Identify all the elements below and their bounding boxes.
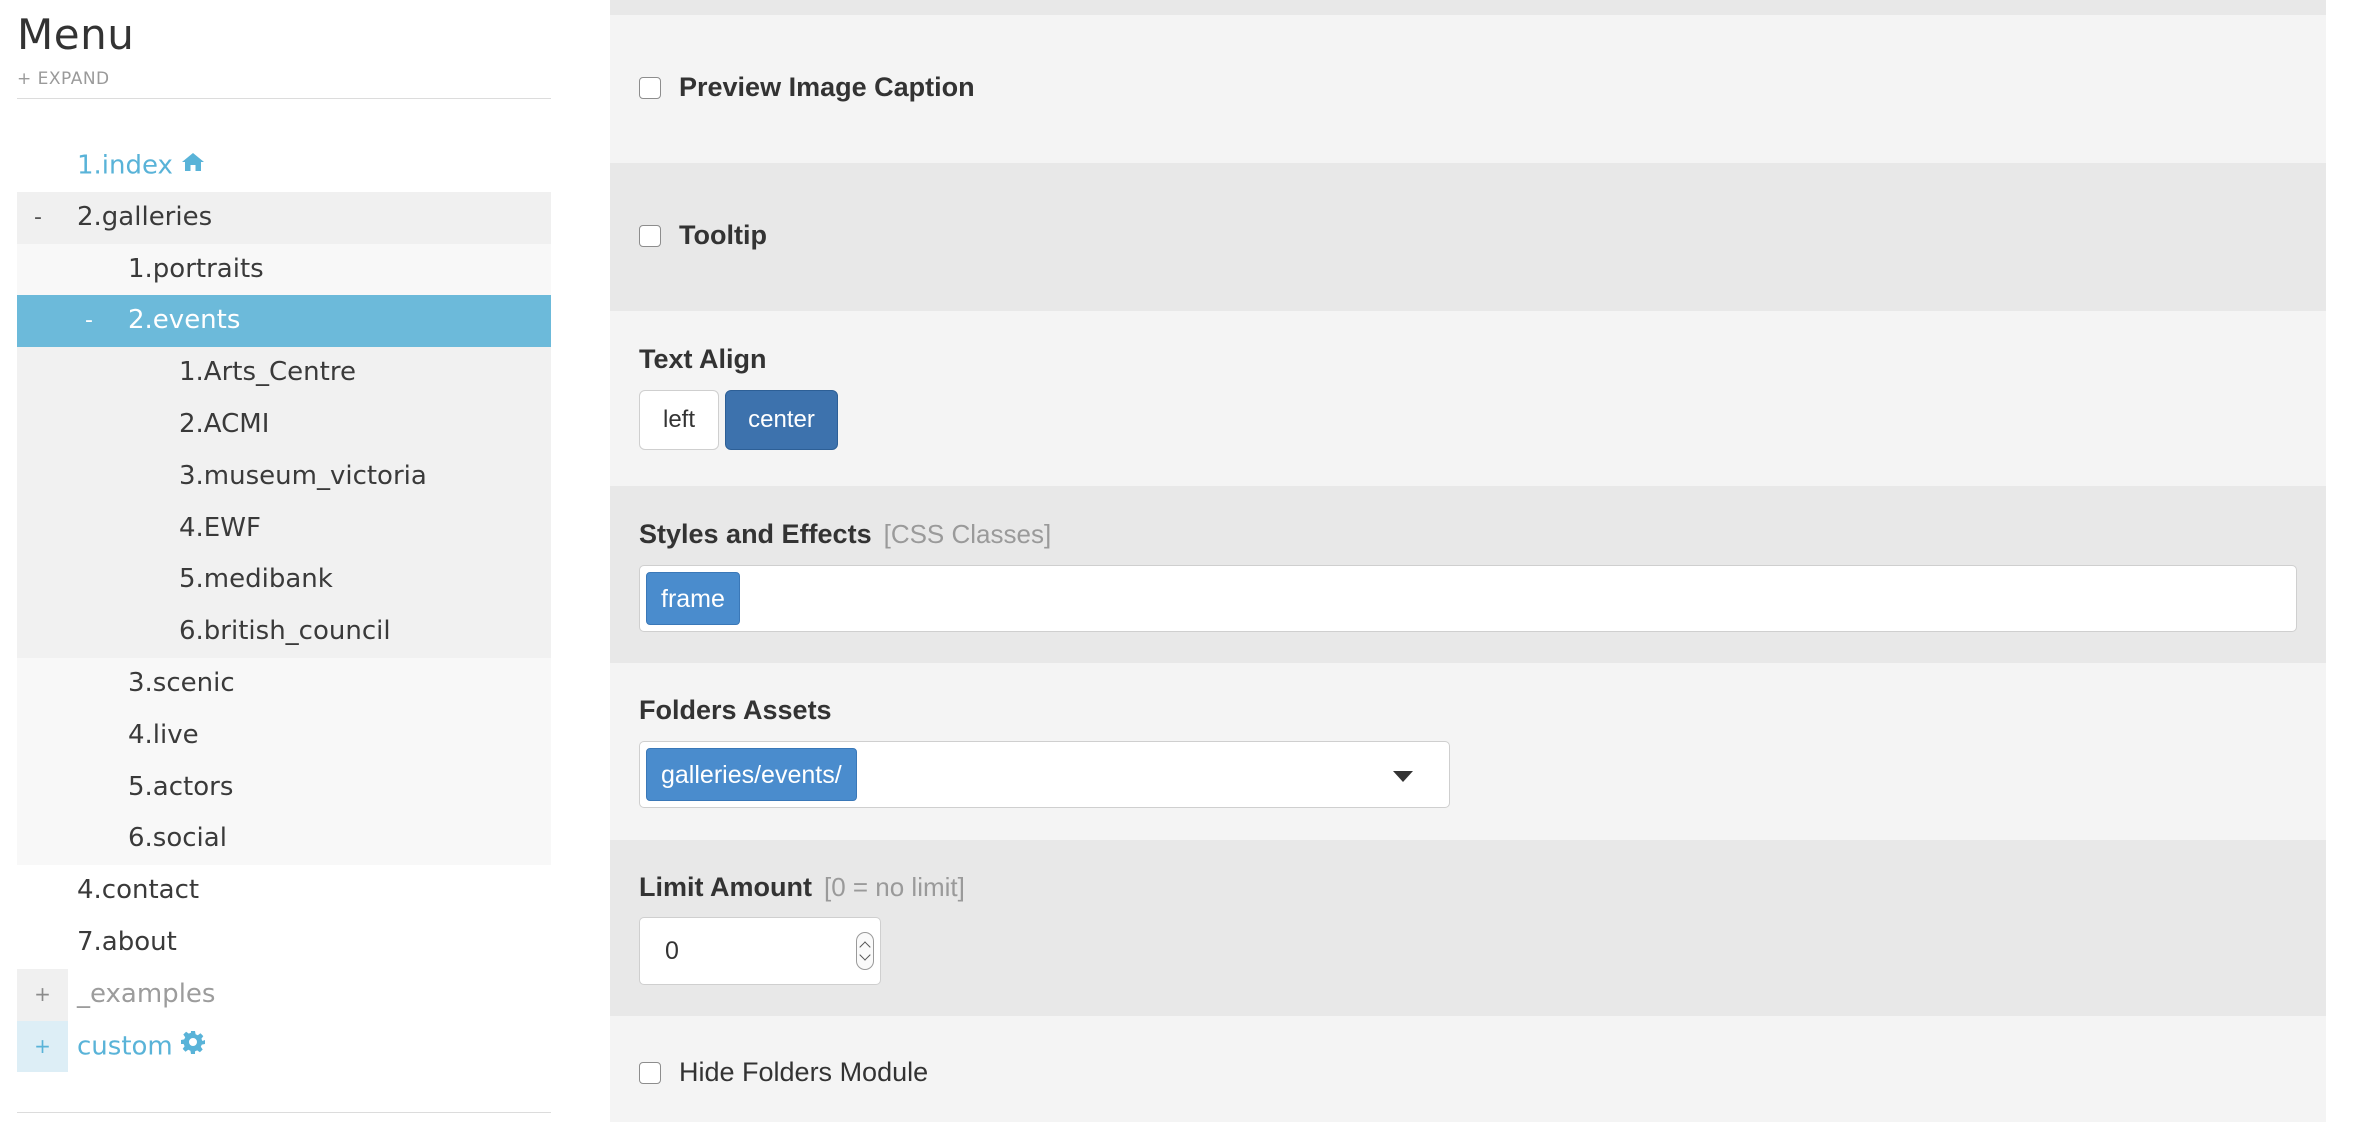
tree-item-contact[interactable]: 4.contact bbox=[17, 865, 551, 917]
tree-item-label: 1.index bbox=[77, 140, 205, 192]
tree-item-label[interactable]: _examples bbox=[77, 969, 215, 1021]
align-center-button[interactable]: center bbox=[725, 390, 838, 450]
tree-item-label[interactable]: 3.museum_victoria bbox=[179, 451, 427, 503]
preview-caption-label: Preview Image Caption bbox=[679, 72, 975, 102]
tree-item-social[interactable]: 6.social bbox=[17, 813, 551, 866]
tree-item-portraits[interactable]: 1.portraits bbox=[17, 243, 551, 296]
tree-item-label[interactable]: 6.british_council bbox=[179, 606, 391, 658]
tree-item-ewf[interactable]: 4.EWF bbox=[17, 502, 551, 555]
styles-hint: [CSS Classes] bbox=[883, 519, 1052, 549]
gear-icon bbox=[180, 1021, 205, 1073]
collapse-toggle[interactable]: - bbox=[34, 192, 42, 244]
settings-form: Preview Image Caption Tooltip Text Align… bbox=[610, 0, 2326, 1122]
section-top-edge bbox=[610, 0, 2326, 15]
divider bbox=[17, 98, 551, 99]
tree-item-events[interactable]: - 2.events bbox=[17, 295, 551, 348]
collapse-toggle[interactable]: - bbox=[85, 295, 93, 347]
limit-hint: [0 = no limit] bbox=[823, 872, 965, 902]
styles-label: Styles and Effects [CSS Classes] bbox=[639, 519, 1052, 549]
tag-frame[interactable]: frame bbox=[646, 572, 740, 625]
folders-label: Folders Assets bbox=[639, 695, 832, 725]
preview-caption-section: Preview Image Caption bbox=[610, 15, 2326, 163]
expand-all-button[interactable]: + EXPAND bbox=[17, 69, 110, 89]
tree-item-label: custom bbox=[77, 1021, 205, 1073]
tree-item-index[interactable]: 1.index bbox=[17, 140, 551, 192]
sidebar-menu: Menu + EXPAND 1.index - 2.galleries 1.po… bbox=[17, 0, 551, 1122]
tree-item-examples[interactable]: + _examples bbox=[17, 968, 551, 1021]
limit-amount-input[interactable]: 0 bbox=[639, 917, 881, 985]
tooltip-checkbox[interactable] bbox=[639, 224, 661, 247]
tree-item-actors[interactable]: 5.actors bbox=[17, 761, 551, 814]
tree-item-acmi[interactable]: 2.ACMI bbox=[17, 398, 551, 451]
tree-item-label[interactable]: 4.EWF bbox=[179, 503, 261, 555]
divider bbox=[17, 1112, 551, 1113]
tag-folder[interactable]: galleries/events/ bbox=[646, 748, 857, 801]
tree-item-label[interactable]: 7.about bbox=[77, 917, 177, 969]
preview-caption-checkbox[interactable] bbox=[639, 76, 661, 99]
tree-item-label[interactable]: 1.Arts_Centre bbox=[179, 347, 356, 399]
tree-item-label[interactable]: 2.events bbox=[128, 295, 240, 347]
tooltip-row: Tooltip bbox=[639, 220, 767, 251]
home-icon bbox=[181, 140, 205, 192]
tree-item-british-council[interactable]: 6.british_council bbox=[17, 606, 551, 658]
tree-item-galleries[interactable]: - 2.galleries bbox=[17, 191, 551, 244]
spin-down-icon[interactable] bbox=[859, 949, 871, 961]
hide-folders-row: Hide Folders Module bbox=[639, 1057, 928, 1088]
tree-item-live[interactable]: 4.live bbox=[17, 709, 551, 762]
tree-item-label[interactable]: 5.actors bbox=[128, 762, 233, 814]
tree-item-label[interactable]: 1.portraits bbox=[128, 244, 264, 296]
tree-item-label[interactable]: 4.contact bbox=[77, 865, 199, 917]
preview-caption-row: Preview Image Caption bbox=[639, 72, 975, 103]
tree-item-medibank[interactable]: 5.medibank bbox=[17, 554, 551, 607]
hide-folders-checkbox[interactable] bbox=[639, 1061, 661, 1084]
tooltip-label: Tooltip bbox=[679, 220, 767, 250]
text-align-label: Text Align bbox=[639, 344, 767, 374]
number-spinner[interactable] bbox=[856, 932, 874, 970]
tree-item-about[interactable]: 7.about bbox=[17, 917, 551, 969]
limit-label: Limit Amount [0 = no limit] bbox=[639, 872, 965, 902]
align-left-button[interactable]: left bbox=[639, 390, 719, 450]
tree-item-custom[interactable]: + custom bbox=[17, 1020, 551, 1073]
tree-item-label[interactable]: 6.social bbox=[128, 813, 227, 865]
tree-item-scenic[interactable]: 3.scenic bbox=[17, 657, 551, 710]
menu-title: Menu bbox=[17, 10, 135, 59]
expand-toggle[interactable]: + bbox=[17, 968, 68, 1021]
hide-folders-section: Hide Folders Module bbox=[610, 1016, 2326, 1122]
tree-item-museum-victoria[interactable]: 3.museum_victoria bbox=[17, 450, 551, 503]
chevron-down-icon[interactable] bbox=[1393, 771, 1413, 782]
text-align-section bbox=[610, 311, 2326, 486]
page-tree: 1.index - 2.galleries 1.portraits - 2.ev… bbox=[17, 140, 551, 1073]
css-classes-input[interactable]: frame bbox=[639, 565, 2297, 632]
tree-item-label[interactable]: 5.medibank bbox=[179, 554, 333, 606]
tree-item-label[interactable]: 3.scenic bbox=[128, 658, 235, 710]
hide-folders-label: Hide Folders Module bbox=[679, 1057, 929, 1087]
tree-item-arts-centre[interactable]: 1.Arts_Centre bbox=[17, 347, 551, 399]
expand-toggle[interactable]: + bbox=[17, 1020, 68, 1073]
folders-select[interactable]: galleries/events/ bbox=[639, 741, 1450, 808]
tree-item-label[interactable]: 2.galleries bbox=[77, 192, 212, 244]
limit-amount-value: 0 bbox=[665, 937, 679, 965]
tree-item-label[interactable]: 2.ACMI bbox=[179, 399, 269, 451]
tooltip-section: Tooltip bbox=[610, 163, 2326, 311]
tree-item-label[interactable]: 4.live bbox=[128, 710, 199, 762]
